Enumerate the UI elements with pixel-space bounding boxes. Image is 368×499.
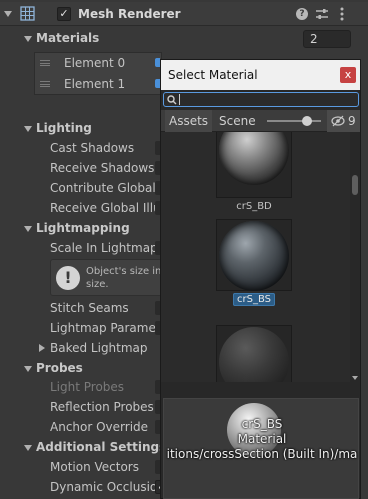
drag-handle-icon[interactable] (40, 81, 50, 87)
lightmap-warning-box: ! Object's size in size. (50, 259, 165, 296)
material-grid: crS_BD crS_BS (161, 132, 350, 382)
hidden-toggle[interactable]: 9 (327, 110, 360, 132)
motion-vectors-label: Motion Vectors (50, 460, 139, 474)
anchor-override-label: Anchor Override (50, 420, 149, 434)
material-thumbnail[interactable] (216, 132, 292, 198)
baked-lightmap-foldout-icon[interactable] (39, 344, 45, 352)
mesh-renderer-icon (20, 6, 35, 21)
lightmap-params-label: Lightmap Paramete (50, 321, 168, 335)
preset-icon[interactable] (316, 8, 328, 20)
material-thumbnail[interactable] (216, 219, 292, 291)
baked-lightmap-label[interactable]: Baked Lightmap (50, 338, 148, 358)
warning-line-1: Object's size in (86, 266, 162, 277)
material-label: crS_BS (216, 293, 292, 306)
warning-icon: ! (56, 266, 80, 290)
zoom-slider-knob[interactable] (302, 116, 312, 126)
additional-settings-foldout-icon[interactable] (24, 445, 32, 451)
enabled-checkbox[interactable]: ✓ (57, 7, 71, 21)
materials-count-field[interactable]: 2 (303, 30, 351, 48)
receive-shadows-label: Receive Shadows (50, 161, 155, 175)
search-icon (167, 95, 177, 105)
search-input[interactable] (163, 92, 359, 107)
preview-path: itions/crossSection (Built In)/ma (166, 447, 358, 461)
material-item[interactable] (216, 325, 292, 382)
hidden-count: 9 (348, 114, 356, 128)
picker-tabs: Assets Scene 9 (161, 110, 360, 132)
tab-scene[interactable]: Scene (215, 110, 260, 132)
lightmapping-foldout-icon[interactable] (24, 226, 32, 232)
probes-label: Probes (36, 361, 83, 375)
scale-in-lightmap-label: Scale In Lightmap (50, 241, 158, 255)
materials-foldout-icon[interactable] (24, 36, 32, 42)
contribute-gi-label: Contribute Global I (50, 181, 164, 195)
materials-label: Materials (36, 31, 100, 45)
lighting-foldout-icon[interactable] (24, 126, 32, 132)
more-icon[interactable] (340, 6, 344, 22)
receive-gi-label: Receive Global Illu (50, 201, 161, 215)
element-label: Element 1 (64, 77, 126, 91)
preview-name: crS_BS (241, 417, 283, 431)
lightmapping-label: Lightmapping (36, 221, 130, 235)
warning-line-2: size. (86, 279, 109, 290)
scroll-down-arrow-icon[interactable] (352, 376, 358, 380)
material-sphere (219, 327, 289, 382)
grid-scrollbar[interactable] (350, 132, 360, 382)
materials-list: Element 0 Element 1 (34, 52, 162, 95)
dynamic-occlusion-label: Dynamic Occlusio (50, 480, 158, 494)
probes-foldout-icon[interactable] (24, 366, 32, 372)
scrollbar-thumb[interactable] (352, 175, 358, 195)
list-item[interactable]: Element 0 (35, 53, 161, 74)
material-item[interactable]: crS_BD (216, 132, 292, 212)
text-caret (179, 94, 180, 105)
window-title: Select Material (161, 60, 360, 90)
element-label: Element 0 (64, 56, 126, 70)
material-label: crS_BD (236, 201, 272, 212)
select-material-window: Select Material x Assets Scene 9 crS_BD … (160, 59, 361, 499)
component-title: Mesh Renderer (78, 7, 181, 21)
light-probes-label: Light Probes (50, 380, 125, 394)
cast-shadows-label: Cast Shadows (50, 141, 135, 155)
list-item[interactable]: Element 1 (35, 74, 161, 95)
drag-handle-icon[interactable] (40, 60, 50, 66)
reflection-probes-label: Reflection Probes (50, 400, 154, 414)
close-button[interactable]: x (340, 67, 356, 83)
lighting-label: Lighting (36, 121, 92, 135)
material-thumbnail[interactable] (216, 325, 292, 382)
additional-settings-label: Additional Settings (36, 440, 167, 454)
tab-assets[interactable]: Assets (165, 110, 213, 132)
preview-type: Material (237, 432, 287, 446)
help-icon[interactable]: ? (296, 8, 308, 20)
material-item[interactable]: crS_BS (216, 219, 292, 306)
stitch-seams-label: Stitch Seams (50, 301, 129, 315)
material-sphere (219, 221, 289, 291)
foldout-arrow-icon[interactable] (4, 11, 12, 17)
zoom-slider[interactable] (267, 120, 321, 122)
component-header: ✓ Mesh Renderer ? (0, 2, 368, 26)
material-preview: crS_BS Material itions/crossSection (Bui… (163, 398, 359, 499)
eye-off-icon (331, 115, 345, 127)
material-sphere (219, 132, 289, 185)
